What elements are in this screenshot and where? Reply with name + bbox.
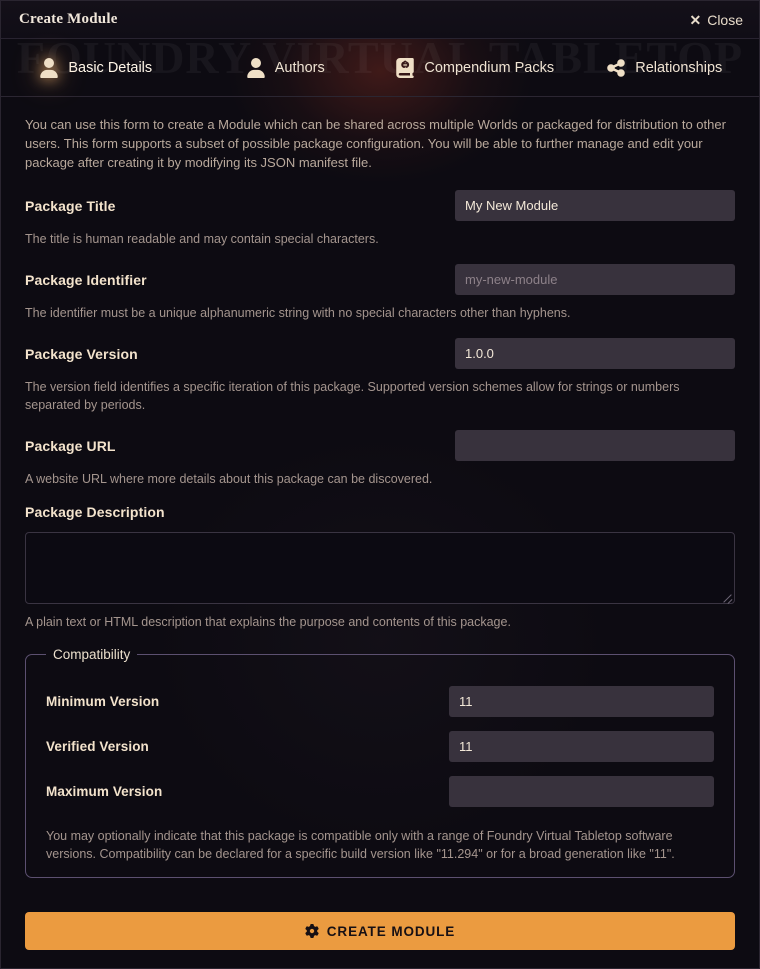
atlas-icon xyxy=(395,57,415,78)
verified-version-label: Verified Version xyxy=(46,739,149,754)
title-bar: Create Module ✕ Close xyxy=(1,1,759,39)
package-url-label: Package URL xyxy=(25,437,116,454)
field-row-package-identifier: Package Identifier xyxy=(25,264,735,295)
package-version-label: Package Version xyxy=(25,345,138,362)
field-row-minimum-version: Minimum Version xyxy=(46,686,714,717)
page-title: Create Module xyxy=(19,11,118,27)
tab-basic-details-label: Basic Details xyxy=(68,59,153,76)
package-identifier-label: Package Identifier xyxy=(25,271,147,288)
close-button-label: Close xyxy=(707,11,743,28)
field-row-package-title: Package Title xyxy=(25,190,735,221)
field-row-verified-version: Verified Version xyxy=(46,731,714,762)
package-description-wrapper xyxy=(25,532,735,604)
compatibility-fieldset: Compatibility Minimum Version Verified V… xyxy=(25,647,735,878)
tab-compendium-packs-label: Compendium Packs xyxy=(424,59,555,76)
gear-icon xyxy=(305,924,319,938)
create-module-button-label: CREATE MODULE xyxy=(326,923,456,939)
package-description-hint: A plain text or HTML description that ex… xyxy=(25,615,511,629)
tab-compendium-packs[interactable]: Compendium Packs xyxy=(380,39,570,96)
tab-authors[interactable]: Authors xyxy=(191,39,381,96)
field-row-maximum-version: Maximum Version xyxy=(46,776,714,807)
package-url-input[interactable] xyxy=(455,430,735,461)
field-row-package-url: Package URL xyxy=(25,430,735,461)
package-title-input[interactable] xyxy=(455,190,735,221)
create-module-dialog: FOUNDRY VIRTUAL TABLETOP Create Module ✕… xyxy=(0,0,760,969)
close-button[interactable]: ✕ Close xyxy=(689,12,743,28)
maximum-version-input[interactable] xyxy=(449,776,714,807)
package-version-hint: The version field identifies a specific … xyxy=(25,380,680,412)
minimum-version-input[interactable] xyxy=(449,686,714,717)
compatibility-note: You may optionally indicate that this pa… xyxy=(46,829,675,861)
user-icon xyxy=(246,57,266,78)
form-body: You can use this form to create a Module… xyxy=(1,97,759,968)
package-description-label: Package Description xyxy=(25,504,165,520)
tab-authors-label: Authors xyxy=(274,59,325,76)
verified-version-input[interactable] xyxy=(449,731,714,762)
tab-relationships-label: Relationships xyxy=(635,59,723,76)
package-url-hint: A website URL where more details about t… xyxy=(25,472,433,486)
tab-bar: Basic Details Authors Compendium Packs R… xyxy=(1,39,759,97)
package-title-hint: The title is human readable and may cont… xyxy=(25,232,379,246)
close-x-icon: ✕ xyxy=(689,11,702,28)
package-identifier-hint: The identifier must be a unique alphanum… xyxy=(25,306,571,320)
minimum-version-label: Minimum Version xyxy=(46,694,160,709)
create-module-button[interactable]: CREATE MODULE xyxy=(25,912,735,950)
field-row-package-version: Package Version xyxy=(25,338,735,369)
package-title-label: Package Title xyxy=(25,197,116,214)
package-description-textarea[interactable] xyxy=(25,532,735,604)
user-icon xyxy=(39,57,59,78)
tab-relationships[interactable]: Relationships xyxy=(570,39,760,96)
share-nodes-icon xyxy=(606,58,626,78)
compatibility-legend: Compatibility xyxy=(53,647,131,662)
intro-text: You can use this form to create a Module… xyxy=(25,117,726,170)
tab-basic-details[interactable]: Basic Details xyxy=(1,39,191,96)
submit-area: CREATE MODULE xyxy=(25,912,735,950)
maximum-version-label: Maximum Version xyxy=(46,784,163,799)
package-version-input[interactable] xyxy=(455,338,735,369)
package-identifier-input[interactable] xyxy=(455,264,735,295)
